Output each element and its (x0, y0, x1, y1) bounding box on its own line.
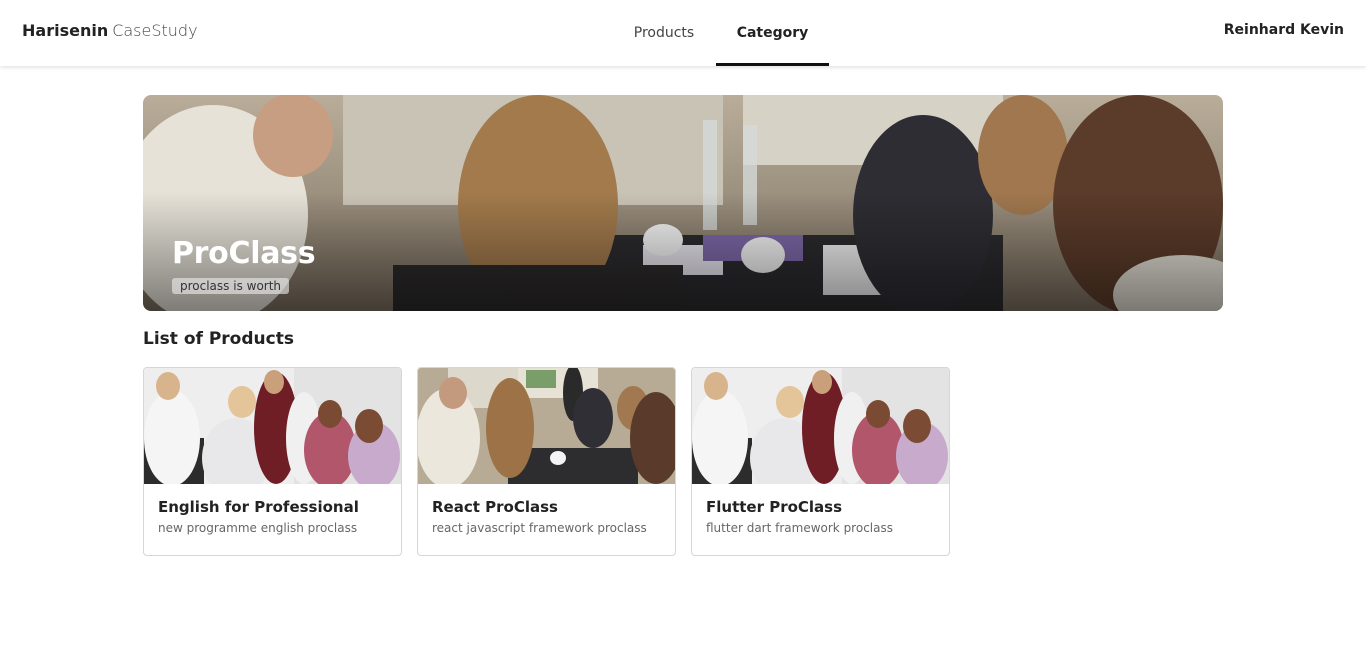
product-list: English for Professional new programme e… (143, 367, 950, 556)
brand-suffix: CaseStudy (112, 21, 198, 40)
product-title: Flutter ProClass (706, 498, 843, 516)
nav-tab-label: Products (633, 25, 695, 41)
nav-tab-category[interactable]: Category (716, 0, 829, 66)
product-image-classroom (418, 368, 675, 484)
product-image-team (692, 368, 949, 484)
brand-name: Harisenin (22, 21, 109, 40)
hero-image (143, 95, 1223, 311)
nav-tab-label: Category (736, 25, 809, 41)
hero-title: ProClass (172, 236, 316, 271)
top-navbar: Harisenin CaseStudy Products Category Rei… (0, 0, 1366, 66)
product-title: English for Professional (158, 498, 359, 516)
product-card[interactable]: Flutter ProClass flutter dart framework … (691, 367, 950, 556)
product-title: React ProClass (432, 498, 558, 516)
product-card[interactable]: English for Professional new programme e… (143, 367, 402, 556)
product-description: react javascript framework proclass (432, 521, 647, 535)
hero-subtitle: proclass is worth (172, 278, 290, 294)
product-image-team (144, 368, 401, 484)
user-name[interactable]: Reinhard Kevin (1224, 22, 1344, 38)
product-description: new programme english proclass (158, 521, 358, 535)
nav-tab-products[interactable]: Products (612, 0, 716, 66)
main-nav: Products Category (612, 0, 829, 66)
product-description: flutter dart framework proclass (706, 521, 893, 535)
hero-banner: ProClass proclass is worth (143, 95, 1223, 311)
section-title: List of Products (143, 329, 294, 349)
brand-logo[interactable]: Harisenin CaseStudy (22, 21, 198, 40)
product-card[interactable]: React ProClass react javascript framewor… (417, 367, 676, 556)
